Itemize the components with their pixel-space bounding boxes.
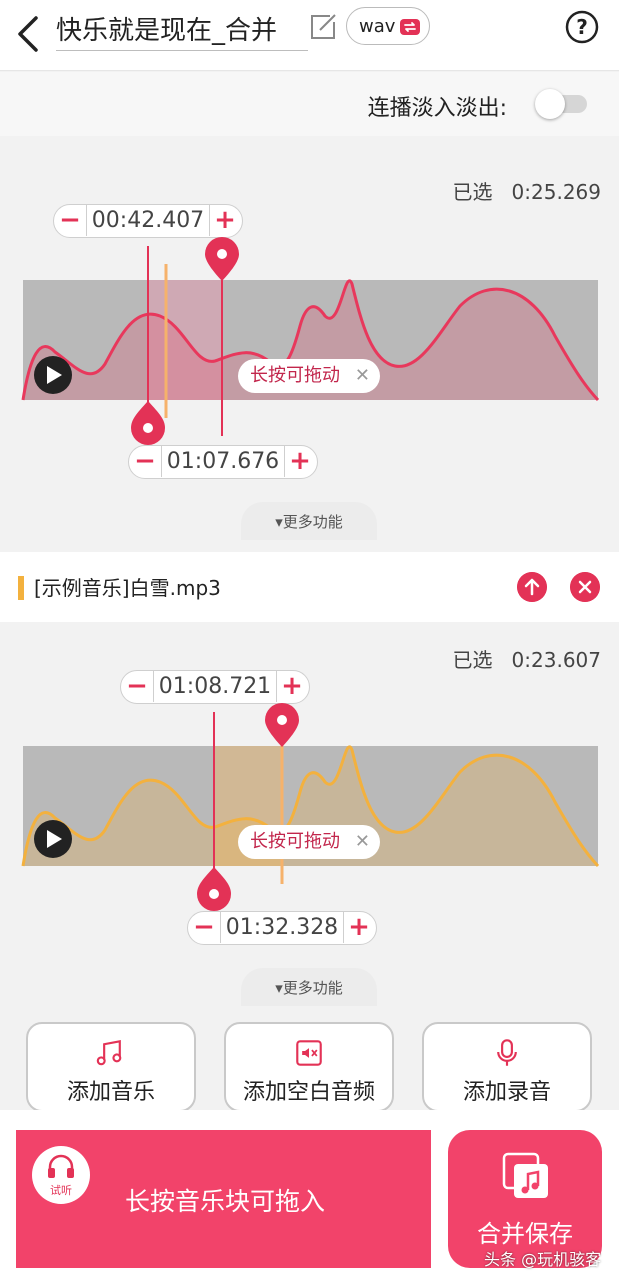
back-icon[interactable] <box>14 14 44 54</box>
format-selector[interactable]: wav <box>346 7 430 45</box>
crossfade-toggle[interactable] <box>535 87 589 119</box>
convert-icon <box>400 19 420 35</box>
track-2-more-button[interactable]: ▾更多功能 <box>241 968 377 1006</box>
track-2-end-pin[interactable] <box>265 703 299 747</box>
close-icon[interactable]: ✕ <box>355 359 370 393</box>
top-bar: 快乐就是现在_合并 wav ? <box>0 0 619 71</box>
more-label: 更多功能 <box>282 513 343 531</box>
music-note-icon <box>96 1039 122 1066</box>
crossfade-label: 连播淡入淡出: <box>367 96 507 121</box>
track-1-drag-chip[interactable]: 长按可拖动 ✕ <box>238 359 380 393</box>
silence-file-icon <box>296 1040 322 1066</box>
listen-label: 试听 <box>50 1184 72 1197</box>
track-2-waveform-layer <box>21 703 600 911</box>
track-2-drag-chip[interactable]: 长按可拖动 ✕ <box>238 825 380 859</box>
track-1-waveform-layer <box>21 237 600 445</box>
track-1-end-time-box: − 01:07.676 + <box>128 445 318 479</box>
close-icon[interactable]: ✕ <box>355 825 370 859</box>
track-2-name: [示例音乐]白雪.mp3 <box>34 576 221 600</box>
delete-icon[interactable] <box>570 572 600 602</box>
add-recording-label: 添加录音 <box>462 1080 551 1105</box>
move-up-icon[interactable] <box>517 572 547 602</box>
track-1-play-button[interactable] <box>34 356 72 394</box>
microphone-icon <box>497 1039 517 1066</box>
drop-hint: 长按音乐块可拖入 <box>125 1187 326 1216</box>
headphones-icon <box>48 1154 74 1178</box>
format-label: wav <box>359 16 396 37</box>
add-music-button[interactable]: 添加音乐 <box>26 1022 196 1112</box>
watermark: 头条 @玩机骇客 <box>484 1250 602 1269</box>
title-underline <box>56 50 308 51</box>
track-1-end-pin[interactable] <box>205 237 239 281</box>
edit-icon[interactable] <box>308 12 338 42</box>
end-increment-button[interactable]: + <box>343 912 375 943</box>
merge-save-label: 合并保存 <box>477 1220 573 1248</box>
drag-hint: 长按可拖动 <box>250 365 340 386</box>
add-music-label: 添加音乐 <box>66 1080 155 1105</box>
track-1-start-pin[interactable] <box>131 401 165 445</box>
drag-hint: 长按可拖动 <box>250 831 340 852</box>
end-increment-button[interactable]: + <box>284 446 316 477</box>
chevron-down-icon: ▾ <box>275 979 283 997</box>
more-label: 更多功能 <box>282 979 343 997</box>
end-decrement-button[interactable]: − <box>129 446 161 477</box>
svg-text:?: ? <box>576 15 588 39</box>
crossfade-row: 连播淡入淡出: <box>0 72 619 136</box>
end-time-value: 01:32.328 <box>220 912 344 943</box>
help-icon[interactable]: ? <box>565 10 599 44</box>
track-2-play-button[interactable] <box>34 820 72 858</box>
track-2-start-pin[interactable] <box>197 867 231 911</box>
chevron-down-icon: ▾ <box>275 513 283 531</box>
add-silence-label: 添加空白音频 <box>242 1080 375 1105</box>
listen-button[interactable]: 试听 <box>32 1146 90 1204</box>
end-decrement-button[interactable]: − <box>188 912 220 943</box>
toggle-knob <box>535 89 565 119</box>
track-1-more-button[interactable]: ▾更多功能 <box>241 502 377 540</box>
add-silence-button[interactable]: 添加空白音频 <box>224 1022 394 1112</box>
track-2-color-bar <box>18 576 24 600</box>
music-file-icon <box>502 1152 548 1198</box>
file-title[interactable]: 快乐就是现在_合并 <box>56 10 277 47</box>
track-2-end-time-box: − 01:32.328 + <box>187 911 377 945</box>
add-recording-button[interactable]: 添加录音 <box>422 1022 592 1112</box>
end-time-value: 01:07.676 <box>161 446 285 477</box>
